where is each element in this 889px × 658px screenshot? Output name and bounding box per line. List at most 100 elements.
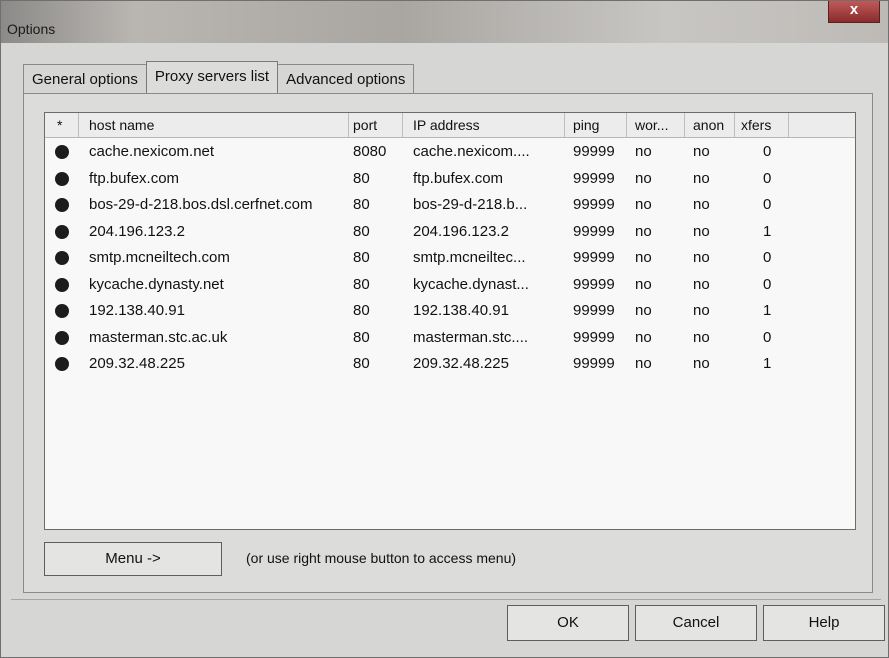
cell-host-name: bos-29-d-218.bos.dsl.cerfnet.com [89, 196, 313, 213]
proxy-servers-panel: * host name port IP address ping wor... … [23, 93, 873, 593]
cell-ip-address: smtp.mcneiltec... [413, 249, 526, 266]
cell-working: no [635, 222, 652, 240]
status-dot-icon [55, 277, 69, 292]
cell-anon: no [693, 328, 710, 346]
cell-anon: no [693, 249, 710, 266]
status-dot-icon [55, 145, 69, 159]
cell-ping: 99999 [573, 196, 615, 213]
cell-anon: no [693, 302, 710, 319]
options-dialog: Options x General options Proxy servers … [0, 0, 889, 658]
tab-proxy-servers-list[interactable]: Proxy servers list [145, 61, 279, 93]
tab-general-options[interactable]: General options [23, 64, 147, 93]
cell-ip-address: 192.138.40.91 [413, 302, 509, 319]
status-dot-icon [55, 171, 69, 186]
cell-xfers: 1 [763, 222, 772, 240]
status-dot-icon [55, 304, 69, 318]
help-button[interactable]: Help [763, 605, 885, 641]
cell-anon: no [693, 355, 710, 372]
cell-port: 80 [353, 196, 370, 213]
column-header-anon[interactable]: anon [685, 113, 735, 137]
cell-xfers: 0 [763, 169, 772, 187]
cancel-button[interactable]: Cancel [635, 605, 757, 641]
cell-xfers: 0 [763, 328, 772, 346]
tab-strip: General options Proxy servers list Advan… [23, 61, 415, 93]
cell-ping: 99999 [573, 302, 615, 319]
cell-host-name: cache.nexicom.net [89, 143, 215, 160]
cell-anon: no [693, 143, 710, 160]
table-row[interactable]: kycache.dynasty.net 80 kycache.dynast... 99… [45, 272, 855, 298]
column-header-ip-address[interactable]: IP address [403, 113, 565, 137]
cell-host-name: 209.32.48.225 [89, 355, 185, 372]
cell-ping: 99999 [573, 169, 615, 187]
menu-button[interactable]: Menu -> [44, 542, 222, 576]
cell-ping: 99999 [573, 249, 615, 266]
cell-port: 80 [353, 169, 370, 187]
tab-advanced-options[interactable]: Advanced options [277, 64, 415, 93]
cell-host-name: 204.196.123.2 [89, 222, 185, 240]
cell-host-name: ftp.bufex.com [89, 169, 180, 187]
cell-host-name: 192.138.40.91 [89, 302, 185, 319]
cell-port: 8080 [353, 143, 387, 160]
cell-ip-address: 209.32.48.225 [413, 355, 509, 372]
cell-port: 80 [353, 302, 370, 319]
menu-hint-text: (or use right mouse button to access men… [246, 550, 517, 566]
cell-working: no [635, 249, 652, 266]
column-header-xfers[interactable]: xfers [735, 113, 789, 137]
status-dot-icon [55, 330, 69, 345]
table-row[interactable]: masterman.stc.ac.uk 80 masterman.stc.... 99… [45, 325, 855, 351]
cell-ping: 99999 [573, 275, 615, 293]
cell-host-name: kycache.dynasty.net [89, 275, 224, 293]
column-header-port[interactable]: port [349, 113, 403, 137]
table-row[interactable]: bos-29-d-218.bos.dsl.cerfnet.com 80 bos-29… [45, 192, 855, 218]
cell-ip-address: ftp.bufex.com [413, 169, 504, 187]
table-row[interactable]: 209.32.48.225 80 209.32.48.225 99999 no no 1 [45, 351, 855, 377]
cell-working: no [635, 196, 652, 213]
cell-port: 80 [353, 222, 370, 240]
cell-ip-address: bos-29-d-218.b... [413, 196, 528, 213]
cell-xfers: 0 [763, 249, 772, 266]
status-dot-icon [55, 357, 69, 371]
cell-working: no [635, 328, 652, 346]
ok-button[interactable]: OK [507, 605, 629, 641]
cell-xfers: 0 [763, 275, 772, 293]
close-button[interactable]: x [828, 1, 880, 23]
cell-port: 80 [353, 328, 370, 346]
cell-ip-address: masterman.stc.... [413, 328, 529, 346]
window-title: Options [7, 21, 56, 37]
button-divider [11, 599, 881, 600]
cell-xfers: 0 [763, 196, 772, 213]
cell-working: no [635, 302, 652, 319]
cell-working: no [635, 143, 652, 160]
cell-ip-address: cache.nexicom.... [413, 143, 530, 160]
cell-ip-address: kycache.dynast... [413, 275, 529, 293]
title-bar[interactable]: Options x [1, 1, 888, 43]
cell-working: no [635, 169, 652, 187]
cell-ping: 99999 [573, 143, 615, 160]
cell-ping: 99999 [573, 355, 615, 372]
column-header-status[interactable]: * [45, 113, 79, 137]
cell-xfers: 1 [763, 355, 772, 372]
table-row[interactable]: cache.nexicom.net 8080 cache.nexicom.... 99… [45, 139, 855, 165]
cell-xfers: 1 [763, 302, 772, 319]
cell-ip-address: 204.196.123.2 [413, 222, 509, 240]
status-dot-icon [55, 251, 69, 265]
close-icon: x [849, 1, 859, 18]
cell-anon: no [693, 275, 710, 293]
column-header-host-name[interactable]: host name [79, 113, 349, 137]
table-row[interactable]: 192.138.40.91 80 192.138.40.91 99999 no no 1 [45, 298, 855, 324]
proxy-server-list[interactable]: * host name port IP address ping wor... … [44, 112, 856, 530]
cell-anon: no [693, 169, 710, 187]
cell-host-name: masterman.stc.ac.uk [89, 328, 228, 346]
table-row[interactable]: ftp.bufex.com 80 ftp.bufex.com 99999 no no 0 [45, 166, 855, 192]
cell-ping: 99999 [573, 222, 615, 240]
status-dot-icon [55, 224, 69, 239]
cell-anon: no [693, 222, 710, 240]
column-header-ping[interactable]: ping [565, 113, 627, 137]
column-header-working[interactable]: wor... [627, 113, 685, 137]
table-row[interactable]: 204.196.123.2 80 204.196.123.2 99999 no no 1 [45, 219, 855, 245]
table-row[interactable]: smtp.mcneiltech.com 80 smtp.mcneiltec... 99… [45, 245, 855, 271]
cell-working: no [635, 275, 652, 293]
list-header: * host name port IP address ping wor... … [45, 113, 855, 138]
cell-port: 80 [353, 275, 370, 293]
cell-working: no [635, 355, 652, 372]
